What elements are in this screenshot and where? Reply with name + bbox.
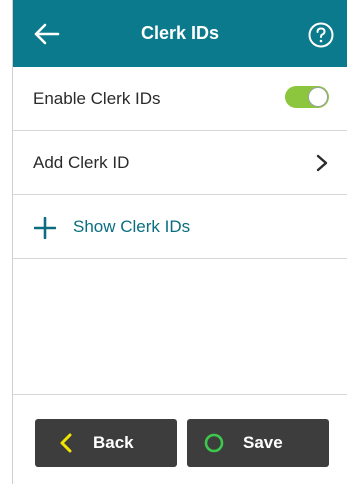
enable-clerk-ids-label: Enable Clerk IDs (33, 88, 161, 108)
show-clerk-ids-row[interactable]: Show Clerk IDs (13, 195, 347, 259)
add-clerk-id-label: Add Clerk ID (33, 152, 130, 172)
add-clerk-id-row[interactable]: Add Clerk ID (13, 131, 347, 195)
show-clerk-ids-label: Show Clerk IDs (73, 216, 191, 236)
back-button[interactable]: Back (35, 419, 177, 467)
toggle-knob (308, 87, 328, 107)
save-button[interactable]: Save (187, 419, 329, 467)
enable-clerk-ids-row[interactable]: Enable Clerk IDs (13, 67, 347, 131)
chevron-right-icon (316, 154, 328, 172)
header-bar: Clerk IDs (13, 0, 347, 67)
help-icon[interactable] (308, 22, 334, 48)
plus-icon (34, 217, 56, 239)
chevron-left-icon (60, 433, 72, 453)
enable-clerk-ids-toggle[interactable] (285, 86, 329, 108)
page-title: Clerk IDs (140, 23, 220, 43)
circle-icon (204, 433, 224, 453)
app-frame: Clerk IDs Enable Clerk IDs Add Clerk ID … (12, 0, 347, 484)
footer-divider (13, 394, 347, 395)
back-button-label: Back (93, 433, 134, 452)
save-button-label: Save (243, 433, 283, 452)
